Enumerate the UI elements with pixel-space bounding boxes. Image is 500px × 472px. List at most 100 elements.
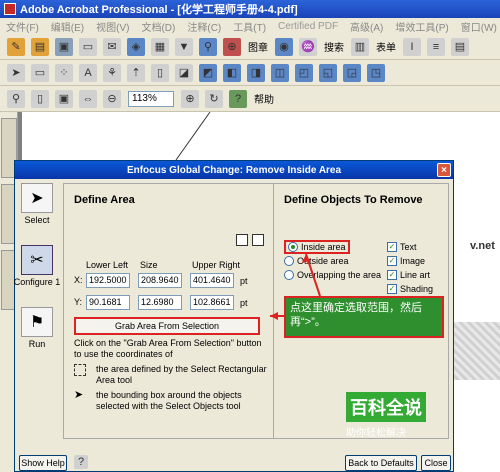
check-line-art[interactable]: ✓ Line art xyxy=(387,268,433,282)
form-icon[interactable]: ▥ xyxy=(351,37,369,56)
watermark: 百科全说 助你轻松解决 xyxy=(346,392,466,448)
run-step-button[interactable]: ⚑ Run xyxy=(17,307,57,363)
rectangle-select-icon[interactable]: ▭ xyxy=(31,63,49,82)
check-line-art-box[interactable]: ✓ xyxy=(387,270,397,280)
dashed-rectangle-icon xyxy=(74,364,86,376)
option-rect-area: the area defined by the Select Rectangul… xyxy=(74,364,270,386)
dialog-title-bar: Enfocus Global Change: Remove Inside Are… xyxy=(15,161,453,179)
list-icon[interactable]: ≡ xyxy=(427,37,445,56)
pin-icon[interactable]: ⇡ xyxy=(127,63,145,82)
y-size-field[interactable]: 12.6980 xyxy=(138,295,182,310)
select-arrow-icon[interactable]: ➤ xyxy=(7,63,25,82)
fit-page-icon[interactable]: ▣ xyxy=(55,89,73,108)
area-radio-group: Inside area Outside area Overlapping the… xyxy=(284,240,381,282)
dialog-title: Enfocus Global Change: Remove Inside Are… xyxy=(126,164,342,176)
form-label[interactable]: 表单 xyxy=(376,39,396,54)
stamp-icon[interactable]: ⊕ xyxy=(223,37,241,56)
email-icon[interactable]: ✉ xyxy=(103,37,121,56)
check-shading[interactable]: ✓ Shading xyxy=(387,282,433,296)
globe-icon[interactable]: ◉ xyxy=(275,37,293,56)
radio-outside-area[interactable]: Outside area xyxy=(284,254,381,268)
rotate-icon[interactable]: ↻ xyxy=(205,89,223,108)
x-size-field[interactable]: 208.9640 xyxy=(138,273,182,288)
menu-advanced[interactable]: 高级(A) xyxy=(350,19,383,34)
touchup-icon[interactable]: ⚘ xyxy=(103,63,121,82)
page-shape-icon[interactable] xyxy=(236,234,248,246)
menu-window[interactable]: 窗口(W) xyxy=(461,19,497,34)
y-lower-left-field[interactable]: 90.1681 xyxy=(86,295,130,310)
object-select-icon[interactable]: ⁘ xyxy=(55,63,73,82)
check-text-box[interactable]: ✓ xyxy=(387,242,397,252)
grab-help-text: Click on the "Grab Area From Selection" … xyxy=(74,338,262,359)
zoom-out-icon[interactable]: ⊖ xyxy=(103,89,121,108)
check-text[interactable]: ✓ Text xyxy=(387,240,433,254)
x-lower-left-field[interactable]: 192.5000 xyxy=(86,273,130,288)
binoculars-icon[interactable]: ♒ xyxy=(299,37,317,56)
enfocus-icon-4[interactable]: ◫ xyxy=(271,63,289,82)
show-help-button[interactable]: Show Help xyxy=(19,455,67,471)
preflight-icon[interactable]: ◪ xyxy=(175,63,193,82)
print-icon[interactable]: ▭ xyxy=(79,37,97,56)
zoom-in-icon[interactable]: ⊕ xyxy=(181,89,199,108)
open-icon[interactable]: ▤ xyxy=(31,37,49,56)
save-icon[interactable]: ▣ xyxy=(55,37,73,56)
menu-comments[interactable]: 注释(C) xyxy=(187,19,221,34)
x-upper-right-field[interactable]: 401.4640 xyxy=(190,273,234,288)
enfocus-icon-6[interactable]: ◱ xyxy=(319,63,337,82)
layout-icon[interactable]: ▤ xyxy=(451,37,469,56)
help-book-icon[interactable]: ? xyxy=(74,455,88,469)
stamp-label[interactable]: 图章 xyxy=(248,39,268,54)
create-pdf-icon[interactable]: ✎ xyxy=(7,37,25,56)
text-field-icon[interactable]: I xyxy=(403,37,421,56)
enfocus-icon-7[interactable]: ◲ xyxy=(343,63,361,82)
single-page-icon[interactable]: ▯ xyxy=(31,89,49,108)
menu-document[interactable]: 文档(D) xyxy=(141,19,175,34)
organizer-icon[interactable]: ◈ xyxy=(127,37,145,56)
radio-outside-area-dot[interactable] xyxy=(284,256,294,266)
close-icon[interactable]: × xyxy=(437,163,451,177)
link-icon[interactable]: ⚲ xyxy=(199,37,217,56)
help-label[interactable]: 帮助 xyxy=(254,91,274,106)
menu-plugins[interactable]: 增效工具(P) xyxy=(395,19,448,34)
menu-edit[interactable]: 编辑(E) xyxy=(51,19,84,34)
radio-overlapping-area[interactable]: Overlapping the area xyxy=(284,268,381,282)
paste-icon[interactable]: ▦ xyxy=(151,37,169,56)
check-image-box[interactable]: ✓ xyxy=(387,256,397,266)
col-lower-left: Lower Left xyxy=(86,260,129,270)
enfocus-icon-3[interactable]: ◨ xyxy=(247,63,265,82)
enfocus-icon-1[interactable]: ◩ xyxy=(199,63,217,82)
text-tool-icon[interactable]: A xyxy=(79,63,97,82)
radio-inside-area[interactable]: Inside area xyxy=(284,240,381,254)
col-upper-right: Upper Right xyxy=(192,260,241,270)
enfocus-icon-5[interactable]: ◰ xyxy=(295,63,313,82)
enfocus-icon-2[interactable]: ◧ xyxy=(223,63,241,82)
check-image[interactable]: ✓ Image xyxy=(387,254,433,268)
col-size: Size xyxy=(140,260,158,270)
side-panel: ➤ Select ✂ Configure 1 ⚑ Run xyxy=(14,183,61,369)
acrobat-icon xyxy=(4,3,16,15)
menu-view[interactable]: 视图(V) xyxy=(96,19,129,34)
check-shading-box[interactable]: ✓ xyxy=(387,284,397,294)
fit-width-icon[interactable]: ⇔ xyxy=(79,89,97,108)
radio-outside-area-label: Outside area xyxy=(297,256,349,266)
menu-file[interactable]: 文件(F) xyxy=(6,19,39,34)
help-icon[interactable]: ? xyxy=(229,89,247,108)
y-upper-right-field[interactable]: 102.8661 xyxy=(190,295,234,310)
menu-certified-pdf[interactable]: Certified PDF xyxy=(278,21,338,32)
zoom-tool-icon[interactable]: ⚲ xyxy=(7,89,25,108)
object-type-checks: ✓ Text ✓ Image ✓ Line art ✓ Shading xyxy=(387,240,433,296)
rect-shape-icon[interactable] xyxy=(252,234,264,246)
search-label[interactable]: 搜索 xyxy=(324,39,344,54)
enfocus-icon-8[interactable]: ◳ xyxy=(367,63,385,82)
radio-inside-area-dot[interactable] xyxy=(288,242,298,252)
close-button[interactable]: Close xyxy=(421,455,451,471)
menu-tools[interactable]: 工具(T) xyxy=(233,19,266,34)
page-icon[interactable]: ▯ xyxy=(151,63,169,82)
export-icon[interactable]: ▼ xyxy=(175,37,193,56)
radio-overlapping-area-dot[interactable] xyxy=(284,270,294,280)
select-step-button[interactable]: ➤ Select xyxy=(17,183,57,239)
back-to-defaults-button[interactable]: Back to Defaults xyxy=(345,455,417,471)
zoom-level-field[interactable]: 113% xyxy=(128,90,174,107)
grab-area-button[interactable]: Grab Area From Selection xyxy=(74,317,260,335)
configure-step-button[interactable]: ✂ Configure 1 xyxy=(14,245,60,301)
